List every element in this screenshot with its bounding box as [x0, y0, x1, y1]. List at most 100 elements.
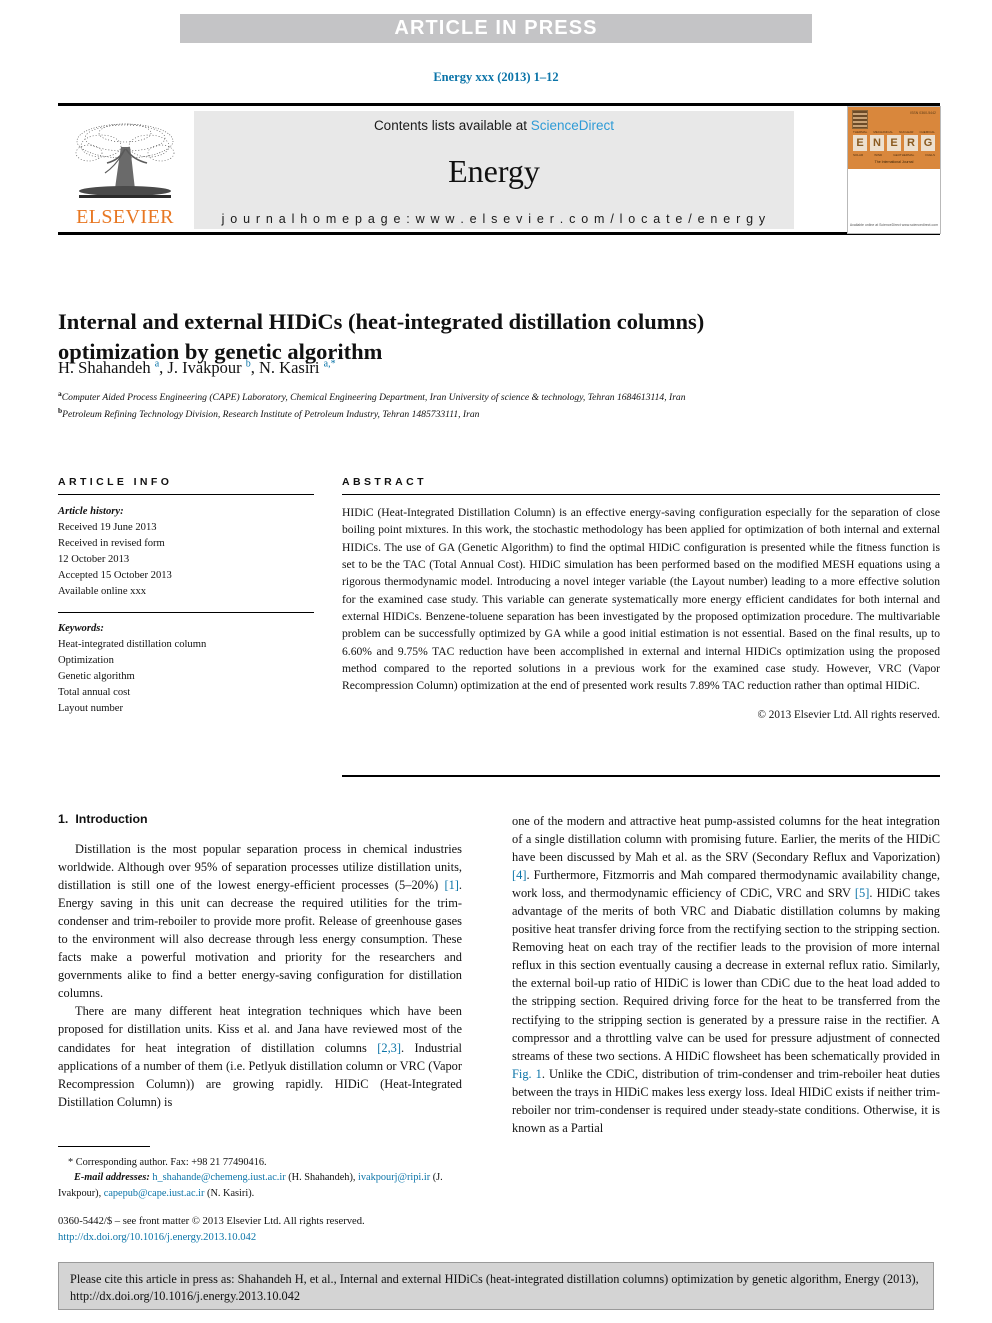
- intro-p3-part-c: . HIDiC takes advantage of the merits of…: [512, 886, 940, 1063]
- footnote-block: * Corresponding author. Fax: +98 21 7749…: [58, 1155, 462, 1201]
- keyword-item: Heat-integrated distillation column: [58, 638, 207, 650]
- cover-tag: THERMAL: [853, 130, 868, 134]
- keyword-item: Total annual cost: [58, 686, 131, 698]
- cover-letter: E: [853, 135, 867, 151]
- running-head-citation: Energy xxx (2013) 1–12: [433, 70, 559, 84]
- affiliation-b: bPetroleum Refining Technology Division,…: [58, 405, 848, 422]
- body-column-left: 1. Introduction Distillation is the most …: [58, 812, 462, 1111]
- article-history-block: Article history: Received 19 June 2013 R…: [58, 504, 314, 601]
- cover-letter: E: [887, 135, 901, 151]
- citation-ref-2-3[interactable]: [2,3]: [377, 1041, 401, 1055]
- email-addresses-note: E-mail addresses: h_shahande@chemeng.ius…: [58, 1172, 443, 1199]
- journal-homepage-url[interactable]: j o u r n a l h o m e p a g e : w w w . …: [222, 212, 767, 226]
- article-in-press-banner: ARTICLE IN PRESS: [180, 14, 812, 43]
- masthead-bottom-rule: [58, 232, 940, 235]
- cover-letter: G: [921, 135, 935, 151]
- cover-tag: FUELS: [925, 153, 935, 157]
- issn-front-matter: 0360-5442/$ – see front matter © 2013 El…: [58, 1216, 365, 1227]
- journal-info-panel: Contents lists available at ScienceDirec…: [194, 111, 794, 229]
- keyword-item: Optimization: [58, 654, 114, 666]
- journal-masthead: ELSEVIER Contents lists available at Sci…: [58, 103, 941, 235]
- keywords-label: Keywords:: [58, 622, 104, 634]
- history-item: Accepted 15 October 2013: [58, 570, 172, 582]
- keyword-item: Layout number: [58, 703, 124, 715]
- please-cite-text: Please cite this article in press as: Sh…: [70, 1272, 919, 1304]
- article-in-press-label: ARTICLE IN PRESS: [394, 17, 598, 39]
- author-names: H. Shahandeh a, J. Ivakpour b, N. Kasiri…: [58, 358, 336, 377]
- article-info-section: ARTICLE INFO Article history: Received 1…: [58, 476, 314, 717]
- affiliations: aComputer Aided Process Engineering (CAP…: [58, 388, 848, 423]
- article-info-rule: [58, 494, 314, 495]
- section-number: 1.: [58, 812, 69, 826]
- masthead-top-rule: [58, 103, 940, 106]
- email-link-kasiri[interactable]: capepub@cape.iust.ac.ir: [104, 1188, 205, 1199]
- affiliation-a: aComputer Aided Process Engineering (CAP…: [58, 388, 848, 405]
- cover-letter: N: [870, 135, 884, 151]
- history-item: Received in revised form: [58, 538, 165, 550]
- email-owner-kasiri: (N. Kasiri): [207, 1187, 252, 1199]
- history-item: Available online xxx: [58, 586, 147, 598]
- cover-tag: GEOTHERMAL: [893, 153, 915, 157]
- elsevier-tree-icon: [75, 123, 175, 198]
- citation-ref-5[interactable]: [5]: [855, 886, 869, 900]
- please-cite-box: Please cite this article in press as: Sh…: [58, 1262, 934, 1310]
- issn-block: 0360-5442/$ – see front matter © 2013 El…: [58, 1214, 478, 1246]
- doi-link[interactable]: http://dx.doi.org/10.1016/j.energy.2013.…: [58, 1230, 478, 1246]
- email-link-ivakpour[interactable]: ivakpourj@ripi.ir: [358, 1172, 430, 1183]
- keywords-rule: [58, 611, 314, 613]
- figure-ref-1[interactable]: Fig. 1: [512, 1067, 542, 1081]
- citation-ref-1[interactable]: [1]: [444, 878, 458, 892]
- cover-tag: SOLAR: [853, 153, 864, 157]
- footnote-separator-rule: [58, 1146, 150, 1147]
- elsevier-wordmark: ELSEVIER: [76, 206, 174, 228]
- abstract-text: HIDiC (Heat-Integrated Distillation Colu…: [342, 506, 940, 693]
- keyword-item: Genetic algorithm: [58, 670, 135, 682]
- cover-top-band: ISSN 0360-5442 THERMAL MECHANICAL NUCLEA…: [848, 107, 940, 169]
- journal-cover-thumbnail: ISSN 0360-5442 THERMAL MECHANICAL NUCLEA…: [847, 106, 941, 234]
- affiliation-b-text: Petroleum Refining Technology Division, …: [62, 409, 480, 421]
- journal-title: Energy: [448, 153, 540, 189]
- corresponding-author-note: * Corresponding author. Fax: +98 21 7749…: [68, 1157, 267, 1168]
- cover-energy-wordmark: E N E R G: [853, 135, 935, 151]
- cover-tag: NUCLEAR: [899, 130, 914, 134]
- keywords-block: Keywords: Heat-integrated distillation c…: [58, 621, 314, 718]
- sciencedirect-link[interactable]: ScienceDirect: [531, 118, 614, 133]
- affiliation-a-text: Computer Aided Process Engineering (CAPE…: [61, 392, 686, 404]
- history-item: Received 19 June 2013: [58, 522, 157, 534]
- abstract-rule: [342, 494, 940, 495]
- intro-p3-part-d: . Unlike the CDiC, distribution of trim-…: [512, 1066, 941, 1135]
- intro-p1-part-b: . Energy saving in this unit can decreas…: [58, 878, 462, 1001]
- abstract-heading: ABSTRACT: [342, 476, 427, 488]
- contents-available-line: Contents lists available at ScienceDirec…: [374, 118, 614, 133]
- elsevier-logo: ELSEVIER: [60, 111, 190, 229]
- intro-p1-part-a: Distillation is the most popular separat…: [58, 842, 462, 893]
- abstract-copyright: © 2013 Elsevier Ltd. All rights reserved…: [757, 708, 941, 721]
- intro-paragraph-3: one of the modern and attractive heat pu…: [512, 812, 940, 1137]
- email-addresses-label: E-mail addresses:: [74, 1172, 150, 1184]
- body-column-right: one of the modern and attractive heat pu…: [512, 812, 940, 1137]
- cover-mini-logo-icon: [852, 110, 868, 129]
- intro-p3-part-a: one of the modern and attractive heat pu…: [512, 814, 940, 865]
- abstract-bottom-rule: [342, 775, 940, 777]
- intro-paragraph-1: Distillation is the most popular separat…: [58, 840, 462, 1002]
- cover-topic-tags-bottom: SOLAR WIND GEOTHERMAL FUELS: [853, 153, 935, 157]
- cover-letter: R: [904, 135, 918, 151]
- intro-paragraph-2: There are many different heat integratio…: [58, 1002, 462, 1110]
- citation-ref-4[interactable]: [4]: [512, 868, 526, 882]
- email-owner-shahandeh: (H. Shahandeh): [288, 1172, 353, 1184]
- cover-tag: WIND: [874, 153, 883, 157]
- cover-subtitle: The International Journal: [874, 160, 914, 164]
- section-heading-introduction: 1. Introduction: [58, 812, 462, 826]
- section-title: Introduction: [75, 812, 148, 826]
- author-list: H. Shahandeh a, J. Ivakpour b, N. Kasiri…: [58, 358, 336, 378]
- email-link-shahandeh[interactable]: h_shahande@chemeng.iust.ac.ir: [152, 1172, 285, 1183]
- history-item: 12 October 2013: [58, 554, 130, 566]
- cover-issn-label: ISSN 0360-5442: [910, 111, 936, 115]
- contents-prefix-label: Contents lists available at: [373, 118, 531, 133]
- cover-tag: MECHANICAL: [873, 130, 894, 134]
- abstract-section: ABSTRACT HIDiC (Heat-Integrated Distilla…: [342, 476, 940, 721]
- cover-topic-tags-top: THERMAL MECHANICAL NUCLEAR CHEMICAL: [853, 130, 935, 134]
- article-info-heading: ARTICLE INFO: [58, 476, 173, 488]
- article-history-label: Article history:: [58, 506, 124, 517]
- cover-footer-text: Available online at ScienceDirect www.sc…: [849, 222, 939, 227]
